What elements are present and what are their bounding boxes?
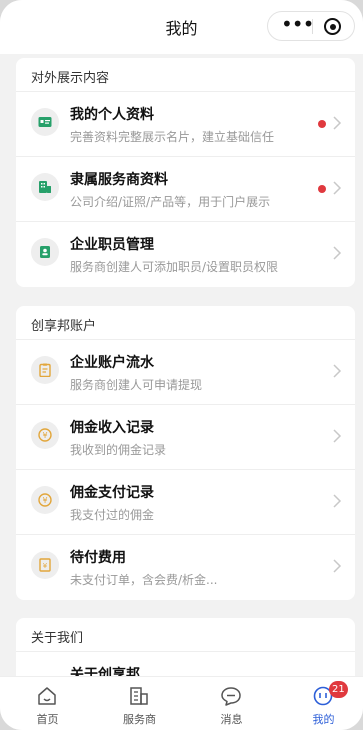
- section-title: 创享邦账户: [16, 306, 355, 340]
- chevron-right-icon: [333, 429, 342, 443]
- coin-in-icon: ¥: [31, 421, 59, 449]
- tab-label: 我的: [312, 713, 335, 726]
- tab-label: 消息: [220, 713, 243, 726]
- row-title: 佣金收入记录: [70, 420, 154, 436]
- mini-program-capsule: •••: [267, 11, 355, 41]
- notification-badge: 21: [329, 681, 348, 698]
- row-subtitle: 我支付过的佣金: [70, 508, 155, 522]
- more-icon[interactable]: •••: [281, 14, 314, 35]
- row-title: 待付费用: [70, 550, 126, 566]
- close-miniprogram-icon[interactable]: [324, 18, 341, 35]
- capsule-divider: [312, 19, 313, 34]
- row-subtitle: 公司介绍/证照/产品等，用于门户展示: [70, 195, 271, 209]
- unread-dot: [318, 120, 326, 128]
- tab-home[interactable]: 首页: [2, 677, 93, 730]
- row-my-profile[interactable]: 我的个人资料 完善资料完整展示名片，建立基础信任: [16, 92, 355, 157]
- chevron-right-icon: [333, 246, 342, 260]
- row-subtitle: 完善资料完整展示名片，建立基础信任: [70, 130, 275, 144]
- section-title: 关于我们: [16, 618, 355, 652]
- row-subtitle: 未支付订单，含会费/析金...: [70, 573, 218, 587]
- row-subtitle: 服务商创建人可添加职员/设置职员权限: [70, 260, 279, 274]
- row-commission-income[interactable]: ¥ 佣金收入记录 我收到的佣金记录: [16, 405, 355, 470]
- tab-providers[interactable]: 服务商: [94, 677, 185, 730]
- row-provider-profile[interactable]: 隶属服务商资料 公司介绍/证照/产品等，用于门户展示: [16, 157, 355, 222]
- row-subtitle: 我收到的佣金记录: [70, 443, 167, 457]
- building-icon: [31, 173, 59, 201]
- section-title: 对外展示内容: [16, 58, 355, 92]
- row-title: 我的个人资料: [70, 107, 154, 123]
- row-title: 企业职员管理: [70, 237, 154, 253]
- chat-bubble-icon: [221, 687, 241, 706]
- row-title: 佣金支付记录: [70, 485, 154, 501]
- id-card-icon: [31, 108, 59, 136]
- row-title: 隶属服务商资料: [70, 172, 168, 188]
- chevron-right-icon: [333, 181, 342, 195]
- tab-mine[interactable]: 21 我的: [278, 677, 363, 730]
- phone-screen: 我的 ••• 对外展示内容 我的个人资料 完善资料完整展示名片，建立基础信任 隶…: [0, 0, 363, 730]
- invoice-icon: ¥: [31, 551, 59, 579]
- chevron-right-icon: [333, 494, 342, 508]
- row-pending-fees[interactable]: ¥ 待付费用 未支付订单，含会费/析金...: [16, 535, 355, 600]
- row-staff-management[interactable]: 企业职员管理 服务商创建人可添加职员/设置职员权限: [16, 222, 355, 287]
- unread-dot: [318, 185, 326, 193]
- tab-label: 服务商: [123, 713, 156, 726]
- section-external-display: 对外展示内容 我的个人资料 完善资料完整展示名片，建立基础信任 隶属服务商资料 …: [16, 58, 355, 287]
- chevron-right-icon: [333, 116, 342, 130]
- coin-out-icon: ¥: [31, 486, 59, 514]
- svg-text:¥: ¥: [42, 496, 47, 505]
- chevron-right-icon: [333, 559, 342, 573]
- building-icon: [130, 687, 148, 705]
- section-account: 创享邦账户 企业账户流水 服务商创建人可申请提现 ¥ 佣金收入记录 我收到的佣金…: [16, 306, 355, 600]
- row-title: 企业账户流水: [70, 355, 154, 371]
- svg-text:¥: ¥: [43, 562, 48, 570]
- bottom-tab-bar: 首页 服务商 消息 21 我的: [0, 676, 363, 730]
- home-icon: [38, 687, 56, 705]
- tab-label: 首页: [36, 713, 59, 726]
- tab-messages[interactable]: 消息: [186, 677, 277, 730]
- staff-badge-icon: [31, 238, 59, 266]
- row-subtitle: 服务商创建人可申请提现: [70, 378, 203, 392]
- nav-header: 我的 •••: [0, 0, 363, 54]
- chevron-right-icon: [333, 364, 342, 378]
- row-account-statement[interactable]: 企业账户流水 服务商创建人可申请提现: [16, 340, 355, 405]
- svg-text:¥: ¥: [42, 431, 47, 440]
- row-commission-payment[interactable]: ¥ 佣金支付记录 我支付过的佣金: [16, 470, 355, 535]
- clipboard-icon: [31, 356, 59, 384]
